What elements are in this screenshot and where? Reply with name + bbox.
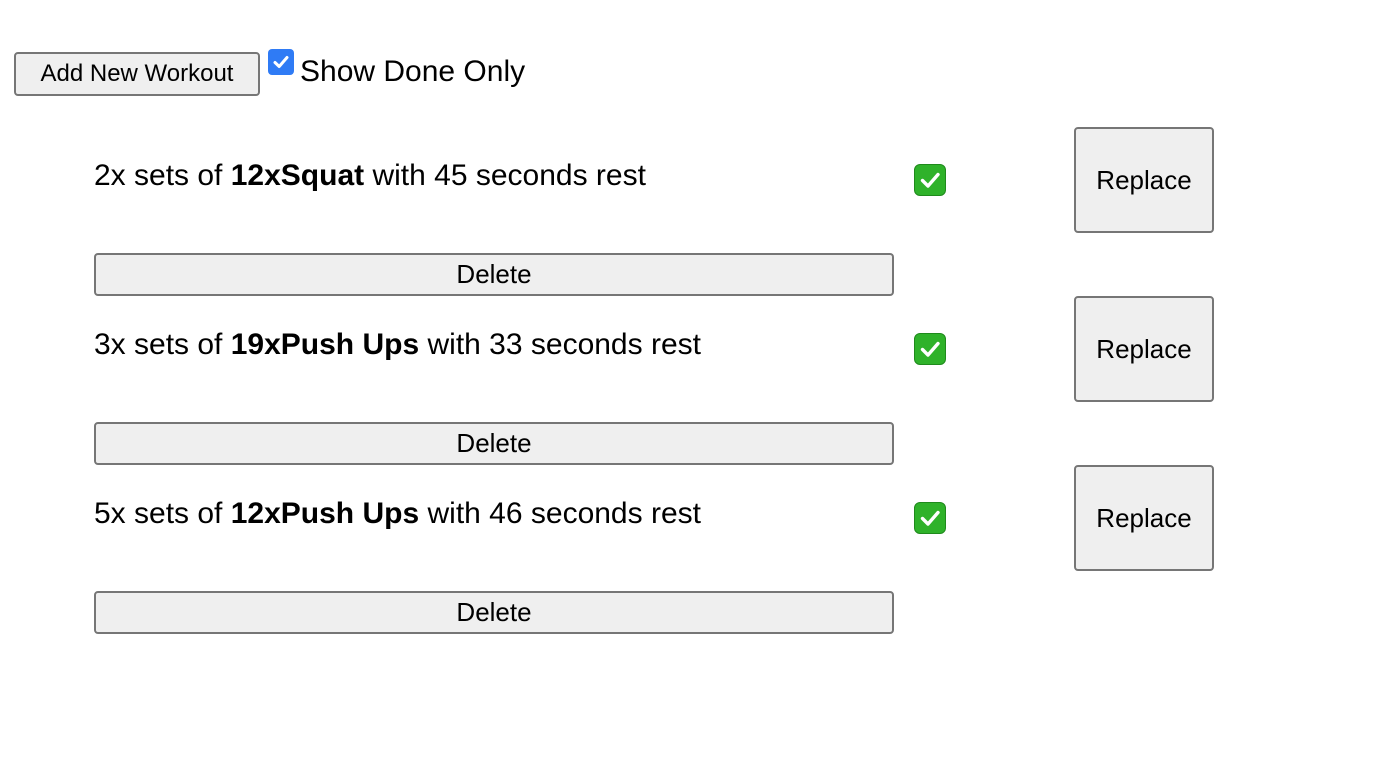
workout-sets: 5x sets of: [94, 497, 231, 530]
workout-rest: with 46 seconds rest: [419, 497, 701, 530]
workout-exercise: 12xPush Ups: [230, 497, 420, 530]
workout-item: 5x sets of 12xPush Ups with 46 seconds r…: [94, 465, 1214, 634]
add-new-workout-button[interactable]: Add New Workout: [14, 52, 260, 96]
show-done-only-checkbox[interactable]: [268, 49, 294, 75]
toolbar: Add New Workout Show Done Only: [14, 49, 526, 96]
workout-item: 2x sets of 12xSquat with 45 seconds rest…: [94, 127, 1214, 296]
workout-item: 3x sets of 19xPush Ups with 33 seconds r…: [94, 296, 1214, 465]
replace-button[interactable]: Replace: [1074, 296, 1214, 402]
check-mark-button-icon: [914, 502, 946, 534]
delete-button[interactable]: Delete: [94, 422, 894, 465]
workout-exercise: 12xSquat: [230, 159, 365, 192]
workout-sets: 2x sets of: [94, 159, 231, 192]
workout-rest: with 45 seconds rest: [364, 159, 646, 192]
workout-description: 5x sets of 12xPush Ups with 46 seconds r…: [94, 497, 701, 531]
delete-button[interactable]: Delete: [94, 253, 894, 296]
workout-description: 2x sets of 12xSquat with 45 seconds rest: [94, 159, 646, 193]
check-mark-button-icon: [914, 164, 946, 196]
show-done-only-label: Show Done Only: [300, 55, 526, 88]
check-mark-button-icon: [914, 333, 946, 365]
workout-exercise: 19xPush Ups: [230, 328, 420, 361]
delete-button[interactable]: Delete: [94, 591, 894, 634]
workout-rest: with 33 seconds rest: [419, 328, 701, 361]
replace-button[interactable]: Replace: [1074, 127, 1214, 233]
workout-sets: 3x sets of: [94, 328, 231, 361]
workout-description: 3x sets of 19xPush Ups with 33 seconds r…: [94, 328, 701, 362]
replace-button[interactable]: Replace: [1074, 465, 1214, 571]
checkmark-icon: [273, 56, 289, 68]
